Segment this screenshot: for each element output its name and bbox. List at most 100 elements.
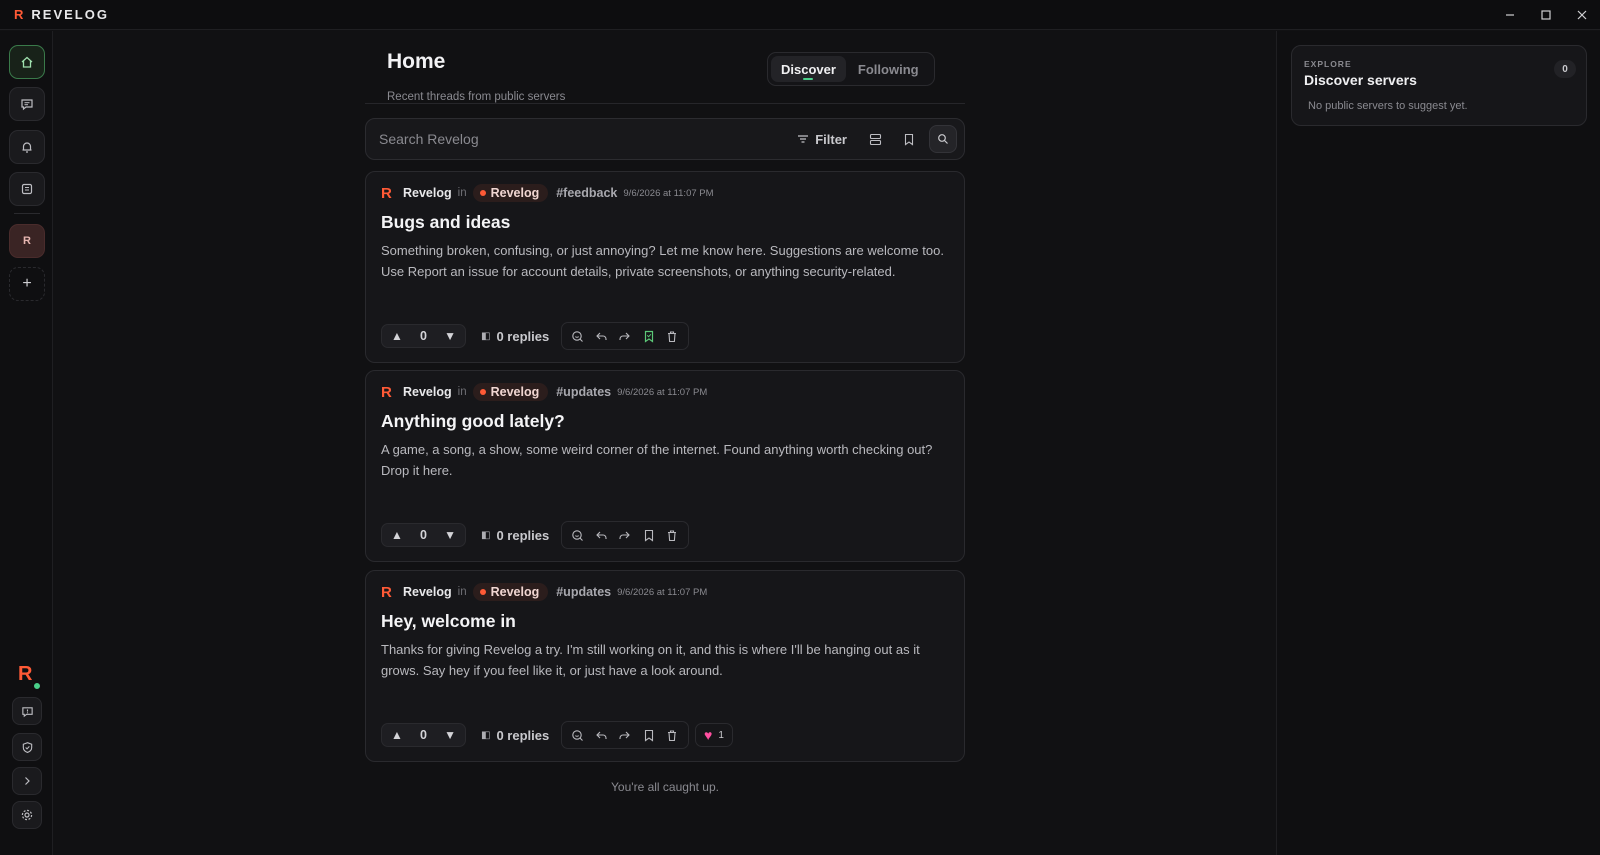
bookmark-button[interactable]: [639, 725, 659, 745]
replies-count: 0 replies: [496, 727, 550, 743]
upvote-button[interactable]: ▲: [391, 329, 403, 343]
user-avatar[interactable]: R: [18, 663, 32, 686]
replies-link[interactable]: ◧ 0 replies: [481, 329, 561, 344]
reply-button[interactable]: [591, 725, 611, 745]
filter-button[interactable]: Filter: [797, 132, 847, 147]
server-chip[interactable]: Revelog: [472, 184, 549, 202]
tab-following[interactable]: Following: [848, 56, 929, 82]
react-button[interactable]: [568, 525, 588, 545]
saved-threads-button[interactable]: [895, 125, 923, 153]
main-content: Home Recent threads from public servers …: [54, 31, 1276, 855]
layout-toggle-button[interactable]: [861, 125, 889, 153]
tab-discover[interactable]: Discover: [771, 56, 846, 82]
downvote-button[interactable]: ▼: [444, 528, 456, 542]
react-button[interactable]: [568, 725, 588, 745]
security-button[interactable]: [12, 733, 42, 761]
maximize-button[interactable]: [1528, 0, 1564, 30]
thread-meta: R Revelog in Revelog #updates 9/6/2026 a…: [381, 583, 707, 601]
heart-icon: ♥: [704, 727, 713, 743]
react-button[interactable]: [568, 326, 588, 346]
bookmark-icon: [644, 529, 653, 542]
rail-feed-button[interactable]: [9, 172, 45, 206]
reply-button[interactable]: [591, 326, 611, 346]
feed-icon: [21, 183, 33, 195]
heart-reaction[interactable]: ♥ 1: [695, 723, 733, 747]
server-name: Revelog: [490, 585, 540, 599]
thread-title[interactable]: Hey, welcome in: [381, 611, 516, 632]
share-button[interactable]: [615, 725, 635, 745]
emoji-search-icon: [572, 729, 584, 741]
explore-kicker: EXPLORE: [1304, 59, 1352, 69]
bookmark-button[interactable]: [639, 525, 659, 545]
replies-link[interactable]: ◧ 0 replies: [481, 528, 561, 543]
delete-button[interactable]: [662, 525, 682, 545]
explore-title: Discover servers: [1304, 72, 1417, 88]
app-brand: R REVELOG: [14, 7, 109, 22]
header-divider: [365, 103, 965, 104]
vote-count: 0: [420, 528, 427, 542]
author-name[interactable]: Revelog: [403, 186, 452, 200]
server-chip[interactable]: Revelog: [472, 583, 549, 601]
author-name[interactable]: Revelog: [403, 585, 452, 599]
author-name[interactable]: Revelog: [403, 385, 452, 399]
add-server-button[interactable]: +: [9, 267, 45, 301]
replies-link[interactable]: ◧ 0 replies: [481, 728, 561, 743]
thread-body: A game, a song, a show, some weird corne…: [381, 442, 933, 478]
server-dot: [479, 389, 486, 395]
close-button[interactable]: [1564, 0, 1600, 30]
author-avatar: R: [381, 583, 392, 601]
rail-notifications-button[interactable]: [9, 130, 45, 164]
channel-tag[interactable]: #updates: [556, 585, 611, 599]
channel-tag[interactable]: #feedback: [556, 186, 617, 200]
vote-control: ▲ 0 ▼: [381, 723, 466, 747]
home-icon: [21, 56, 33, 68]
thread-card[interactable]: R Revelog in Revelog #updates 9/6/2026 a…: [365, 570, 965, 762]
share-button[interactable]: [615, 525, 635, 545]
reply-icon: [596, 531, 607, 539]
vote-control: ▲ 0 ▼: [381, 324, 466, 348]
messages-icon: [21, 99, 33, 111]
upvote-button[interactable]: ▲: [391, 728, 403, 742]
server-chip[interactable]: Revelog: [472, 383, 549, 401]
bookmark-button[interactable]: [639, 326, 659, 346]
timestamp: 9/6/2026 at 11:07 PM: [623, 187, 714, 199]
search-bar: Filter: [365, 118, 965, 160]
expand-rail-button[interactable]: [12, 767, 42, 795]
replies-icon: ◧: [481, 529, 491, 541]
minimize-button[interactable]: [1492, 0, 1528, 30]
feed-tabs: Discover Following: [767, 52, 935, 86]
downvote-button[interactable]: ▼: [444, 728, 456, 742]
replies-count: 0 replies: [496, 328, 550, 344]
timestamp: 9/6/2026 at 11:07 PM: [617, 586, 708, 598]
share-button[interactable]: [615, 326, 635, 346]
left-rail: R + R: [0, 31, 53, 855]
server-dot: [479, 589, 486, 595]
feedback-button[interactable]: [12, 697, 42, 725]
online-status-dot: [32, 681, 42, 691]
forward-icon: [619, 531, 631, 539]
rail-messages-button[interactable]: [9, 87, 45, 121]
thread-card[interactable]: R Revelog in Revelog #feedback 9/6/2026 …: [365, 171, 965, 363]
search-button[interactable]: [929, 125, 957, 153]
author-avatar: R: [381, 383, 392, 401]
rail-divider: [14, 213, 40, 214]
trash-icon: [668, 529, 677, 541]
thread-title[interactable]: Anything good lately?: [381, 411, 565, 432]
feed-end-message: You're all caught up.: [611, 780, 719, 794]
rail-server-revelog[interactable]: R: [9, 224, 45, 258]
reply-button[interactable]: [591, 525, 611, 545]
search-input[interactable]: [366, 131, 798, 147]
rail-home-button[interactable]: [9, 45, 45, 79]
bookmark-saved-icon: [644, 330, 653, 343]
in-label: in: [457, 386, 467, 398]
delete-button[interactable]: [662, 326, 682, 346]
delete-button[interactable]: [662, 725, 682, 745]
downvote-button[interactable]: ▼: [444, 329, 456, 343]
channel-tag[interactable]: #updates: [556, 385, 611, 399]
thread-meta: R Revelog in Revelog #feedback 9/6/2026 …: [381, 184, 714, 202]
thread-card[interactable]: R Revelog in Revelog #updates 9/6/2026 a…: [365, 370, 965, 562]
thread-title[interactable]: Bugs and ideas: [381, 212, 510, 233]
upvote-button[interactable]: ▲: [391, 528, 403, 542]
settings-button[interactable]: [12, 801, 42, 829]
close-icon: [1577, 10, 1587, 20]
